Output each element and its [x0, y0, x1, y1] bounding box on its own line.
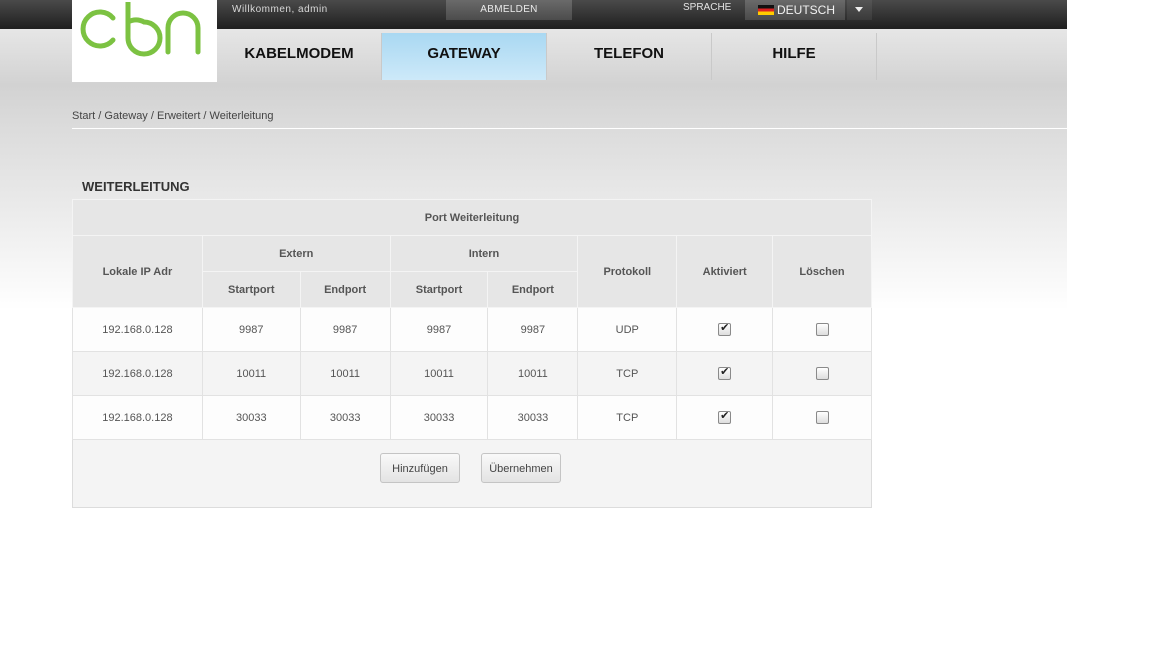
- cell-extern-startport: 9987: [201, 307, 301, 352]
- nav-item-kabelmodem[interactable]: KABELMODEM: [217, 33, 381, 80]
- cell-extern-startport: 10011: [201, 351, 301, 396]
- port-forwarding-panel: Port Weiterleitung Lokale IP Adr Extern …: [72, 199, 872, 508]
- language-dropdown-toggle[interactable]: [847, 0, 872, 20]
- cell-intern-startport: 9987: [389, 307, 489, 352]
- nav-item-gateway[interactable]: GATEWAY: [382, 33, 546, 80]
- port-forwarding-table: Port Weiterleitung Lokale IP Adr Extern …: [72, 199, 872, 440]
- language-label: SPRACHE: [683, 2, 732, 13]
- cell-intern-endport: 10011: [487, 351, 579, 396]
- cell-intern-endport: 9987: [487, 307, 579, 352]
- header-enabled: Aktiviert: [676, 235, 774, 308]
- breadcrumb-divider: [72, 128, 1067, 129]
- page-title: WEITERLEITUNG: [82, 179, 190, 194]
- cell-protocol: TCP: [577, 351, 678, 396]
- header-intern-endport: Endport: [487, 271, 579, 308]
- cell-extern-endport: 10011: [299, 351, 391, 396]
- add-button[interactable]: Hinzufügen: [380, 453, 460, 483]
- enabled-checkbox[interactable]: [718, 321, 732, 336]
- cell-local-ip: 192.168.0.128: [72, 395, 203, 440]
- enabled-checkbox[interactable]: [718, 409, 732, 424]
- nav-separator: [876, 33, 877, 80]
- header-protocol: Protokoll: [577, 235, 678, 308]
- header-extern-endport: Endport: [299, 271, 391, 308]
- table-caption: Port Weiterleitung: [72, 199, 872, 236]
- cell-enabled: [676, 307, 774, 352]
- enabled-checkbox[interactable]: [718, 365, 732, 380]
- delete-checkbox[interactable]: [815, 367, 829, 380]
- header-extern-startport: Startport: [201, 271, 301, 308]
- language-value: DEUTSCH: [777, 3, 836, 17]
- logout-button[interactable]: ABMELDEN: [446, 0, 572, 20]
- table-row: 192.168.0.128 30033 30033 30033 30033 TC…: [72, 395, 872, 440]
- cell-intern-startport: 10011: [389, 351, 489, 396]
- header-extern: Extern: [201, 235, 391, 272]
- welcome-text: Willkommen, admin: [232, 4, 328, 15]
- nav-item-telefon[interactable]: TELEFON: [547, 33, 711, 80]
- language-select[interactable]: DEUTSCH: [745, 0, 845, 20]
- apply-button[interactable]: Übernehmen: [481, 453, 561, 483]
- nav-item-hilfe[interactable]: HILFE: [712, 33, 876, 80]
- breadcrumb: Start / Gateway / Erweitert / Weiterleit…: [72, 110, 274, 122]
- cell-local-ip: 192.168.0.128: [72, 351, 203, 396]
- cell-delete: [772, 395, 872, 440]
- header-delete: Löschen: [772, 235, 872, 308]
- cell-protocol: UDP: [577, 307, 678, 352]
- chevron-down-icon: [855, 7, 863, 12]
- cell-delete: [772, 351, 872, 396]
- cell-local-ip: 192.168.0.128: [72, 307, 203, 352]
- cell-delete: [772, 307, 872, 352]
- cbn-logo: cbn: [80, 2, 201, 57]
- delete-checkbox[interactable]: [815, 411, 829, 424]
- cell-intern-startport: 30033: [389, 395, 489, 440]
- cell-extern-startport: 30033: [201, 395, 301, 440]
- header-local-ip: Lokale IP Adr: [72, 235, 203, 308]
- table-row: 192.168.0.128 9987 9987 9987 9987 UDP: [72, 307, 872, 352]
- cell-extern-endport: 9987: [299, 307, 391, 352]
- cell-intern-endport: 30033: [487, 395, 579, 440]
- delete-checkbox[interactable]: [815, 323, 829, 336]
- table-row: 192.168.0.128 10011 10011 10011 10011 TC…: [72, 351, 872, 396]
- german-flag-icon: [758, 5, 774, 15]
- cell-protocol: TCP: [577, 395, 678, 440]
- cell-enabled: [676, 351, 774, 396]
- cell-extern-endport: 30033: [299, 395, 391, 440]
- header-intern: Intern: [389, 235, 579, 272]
- header-intern-startport: Startport: [389, 271, 489, 308]
- cell-enabled: [676, 395, 774, 440]
